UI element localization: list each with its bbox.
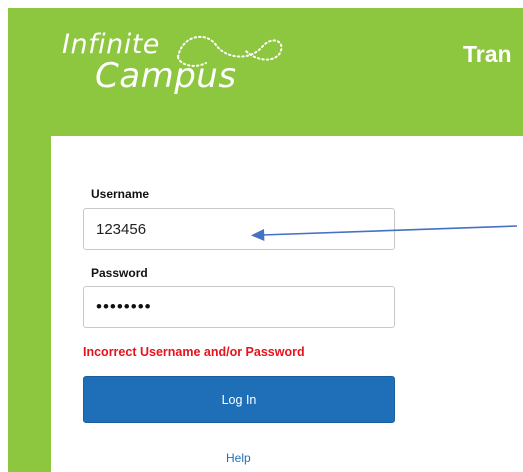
infinity-swoosh-icon [177, 35, 283, 67]
page-header-title: Tran [463, 41, 512, 67]
login-error-message: Incorrect Username and/or Password [83, 345, 305, 359]
infinite-campus-logo: Infinite Campus [54, 25, 304, 115]
password-input[interactable]: •••••••• [83, 286, 395, 328]
password-label: Password [91, 266, 148, 280]
login-card: Username 123456 Password •••••••• Incorr… [51, 136, 523, 472]
help-link[interactable]: Help [226, 451, 251, 465]
username-input[interactable]: 123456 [83, 208, 395, 250]
username-label: Username [91, 187, 150, 201]
login-button[interactable]: Log In [83, 376, 395, 423]
